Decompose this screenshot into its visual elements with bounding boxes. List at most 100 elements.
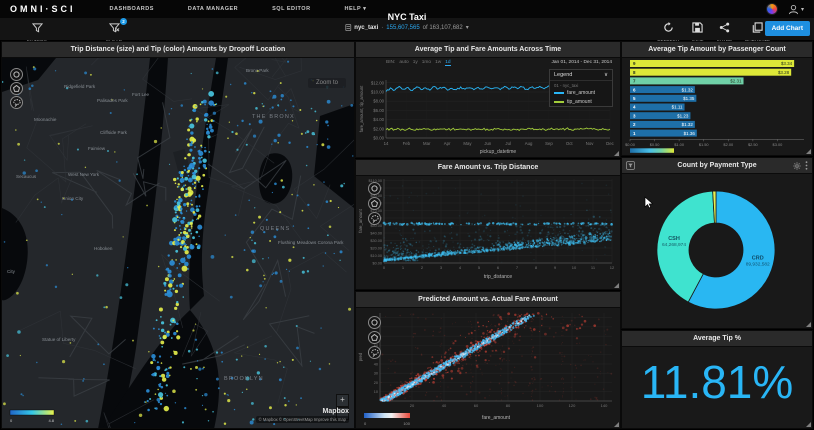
zoom-to-control[interactable]: Zoom to bbox=[307, 78, 346, 88]
svg-text:pickup_datetime: pickup_datetime bbox=[480, 149, 517, 155]
bar-passenger-9[interactable] bbox=[630, 60, 795, 67]
payment-type-titlebar[interactable]: Count by Payment Type bbox=[622, 158, 812, 174]
gear-icon[interactable] bbox=[793, 161, 801, 170]
map-label: Cliffside Park bbox=[100, 130, 128, 135]
panel-resize-handle[interactable] bbox=[806, 422, 811, 427]
svg-text:pred: pred bbox=[358, 352, 363, 361]
scatter-polygon-select-tool[interactable] bbox=[368, 197, 381, 210]
svg-text:30: 30 bbox=[374, 372, 378, 376]
average-tip-pct-titlebar[interactable]: Average Tip % bbox=[622, 331, 812, 347]
svg-text:$1.32: $1.32 bbox=[682, 122, 694, 127]
timeline-panel-titlebar[interactable]: Average Tip and Fare Amounts Across Time bbox=[356, 42, 620, 58]
svg-text:89,932,582: 89,932,582 bbox=[746, 261, 770, 267]
payment-type-title: Count by Payment Type bbox=[677, 162, 757, 169]
panel-filter-icon[interactable] bbox=[626, 161, 635, 170]
map-label: Hoboken bbox=[94, 246, 113, 251]
svg-text:Jun: Jun bbox=[484, 141, 492, 146]
save-icon bbox=[692, 20, 703, 37]
dashboard-title[interactable]: NYC Taxi bbox=[345, 12, 468, 22]
svg-text:4: 4 bbox=[459, 265, 462, 270]
table-name: nyc_taxi bbox=[354, 24, 379, 31]
svg-text:100: 100 bbox=[403, 421, 410, 426]
svg-text:$2.31: $2.31 bbox=[730, 79, 742, 84]
map-circle-select-tool[interactable] bbox=[10, 68, 23, 81]
award-badge-icon[interactable] bbox=[765, 3, 778, 15]
bin-option-1d[interactable]: 1d bbox=[445, 60, 451, 66]
bar-passenger-8[interactable] bbox=[630, 68, 792, 76]
map-label: Union City bbox=[62, 196, 84, 201]
data-source-summary[interactable]: nyc_taxi · 155,607,565 of 163,107,682 ▾ bbox=[345, 24, 469, 31]
nav-item-dashboards[interactable]: DASHBOARDS bbox=[110, 6, 154, 12]
legend-item-fare_amount[interactable]: fare_amount bbox=[550, 88, 612, 97]
svg-text:140: 140 bbox=[601, 403, 608, 408]
source-caret-icon: ▾ bbox=[465, 25, 469, 31]
predicted-vs-actual-titlebar[interactable]: Predicted Amount vs. Actual Fare Amount bbox=[356, 292, 620, 308]
map-attribution: Mapbox © Mapbox © OpenStreetMap Improve … bbox=[255, 408, 349, 423]
predicted-vs-actual-title: Predicted Amount vs. Actual Fare Amount bbox=[418, 296, 558, 303]
map-lasso-select-tool[interactable] bbox=[10, 96, 23, 109]
bin-option-1mo[interactable]: 1mo bbox=[422, 60, 431, 65]
filtered-row-count: 155,607,565 bbox=[386, 24, 420, 31]
nav-item-sql-editor[interactable]: SQL EDITOR bbox=[272, 6, 310, 12]
filters-button[interactable]: FILTERS bbox=[18, 20, 56, 44]
scatter-polygon-select-tool[interactable] bbox=[368, 331, 381, 344]
legend-collapse-icon: ∨ bbox=[603, 72, 608, 78]
scatter-points[interactable] bbox=[379, 311, 613, 403]
svg-text:$40.00: $40.00 bbox=[370, 231, 382, 235]
bar-passenger-7[interactable] bbox=[630, 77, 744, 85]
add-chart-button[interactable]: Add Chart bbox=[764, 21, 810, 36]
scatter-lasso-select-tool[interactable] bbox=[368, 346, 381, 359]
svg-text:fare_amount: fare_amount bbox=[358, 208, 363, 232]
svg-text:$20.00: $20.00 bbox=[370, 246, 382, 250]
svg-text:$1.32: $1.32 bbox=[682, 87, 694, 92]
map-copyright[interactable]: © Mapbox © OpenStreetMap Improve this ma… bbox=[255, 416, 349, 423]
bin-option-auto[interactable]: auto bbox=[399, 60, 408, 65]
svg-text:40: 40 bbox=[374, 362, 378, 366]
svg-text:May: May bbox=[463, 141, 472, 146]
bin-option-1w[interactable]: 1w bbox=[435, 60, 441, 65]
fare-vs-trip-title: Fare Amount vs. Trip Distance bbox=[437, 164, 539, 171]
svg-text:2: 2 bbox=[421, 265, 424, 270]
mapbox-logo[interactable]: Mapbox bbox=[256, 408, 349, 415]
scatter-circle-select-tool[interactable] bbox=[368, 182, 381, 195]
map-polygon-select-tool[interactable] bbox=[10, 82, 23, 95]
kebab-menu-icon[interactable] bbox=[805, 161, 808, 170]
svg-text:Sep: Sep bbox=[545, 141, 553, 146]
omnisci-logo[interactable]: OMNI·SCI bbox=[10, 4, 76, 14]
refresh-button[interactable]: REFRESH bbox=[657, 20, 679, 44]
tip-by-passenger-titlebar[interactable]: Average Tip Amount by Passenger Count bbox=[622, 42, 812, 58]
map-label: West New York bbox=[68, 172, 100, 177]
legend-header[interactable]: Legend ∨ bbox=[550, 70, 612, 81]
clear-filters-button[interactable]: 2 CLEAR bbox=[95, 18, 133, 44]
filter-icon bbox=[31, 23, 43, 33]
panel-resize-handle[interactable] bbox=[806, 149, 811, 154]
svg-text:Dec: Dec bbox=[606, 141, 614, 146]
toolbar-actions: REFRESHSAVESHAREDUPLICATE bbox=[657, 20, 770, 44]
scatter-circle-select-tool[interactable] bbox=[368, 316, 381, 329]
svg-text:80: 80 bbox=[506, 403, 511, 408]
bin-option-1y[interactable]: 1y bbox=[413, 60, 418, 65]
svg-text:Jul: Jul bbox=[505, 141, 511, 146]
save-button[interactable]: SAVE bbox=[692, 20, 704, 44]
payment-type-panel: Count by Payment Type CRD 89,932,582 CSH 64… bbox=[622, 158, 812, 328]
scatter-lasso-select-tool[interactable] bbox=[368, 212, 381, 225]
nav-item-data-manager[interactable]: DATA MANAGER bbox=[188, 6, 238, 12]
chart-legend: Legend ∨ 01 - nyc_taxi fare_amount tip_am… bbox=[549, 69, 613, 107]
panel-resize-handle[interactable] bbox=[614, 283, 619, 288]
map-zoom-in-button[interactable]: + bbox=[336, 394, 349, 407]
panel-resize-handle[interactable] bbox=[614, 422, 619, 427]
svg-text:$10.00: $10.00 bbox=[371, 89, 385, 94]
map-panel-titlebar[interactable]: Trip Distance (size) and Tip (color) Amo… bbox=[2, 42, 354, 58]
legend-item-tip_amount[interactable]: tip_amount bbox=[550, 97, 612, 106]
user-menu[interactable]: ▾ bbox=[788, 4, 804, 15]
share-button[interactable]: SHARE bbox=[717, 20, 732, 44]
date-range-label[interactable]: Jan 01, 2014 - Dec 31, 2014 bbox=[551, 60, 612, 65]
panel-resize-handle[interactable] bbox=[614, 151, 619, 156]
panel-resize-handle[interactable] bbox=[806, 322, 811, 327]
fare-vs-trip-titlebar[interactable]: Fare Amount vs. Trip Distance bbox=[356, 160, 620, 176]
scatter-points[interactable] bbox=[382, 181, 613, 264]
svg-text:9: 9 bbox=[554, 265, 557, 270]
svg-text:$30.00: $30.00 bbox=[370, 239, 382, 243]
svg-text:Mar: Mar bbox=[423, 141, 431, 146]
map-canvas[interactable]: Ridgefield Park Palisades Park Fort Lee Moo… bbox=[2, 42, 354, 428]
